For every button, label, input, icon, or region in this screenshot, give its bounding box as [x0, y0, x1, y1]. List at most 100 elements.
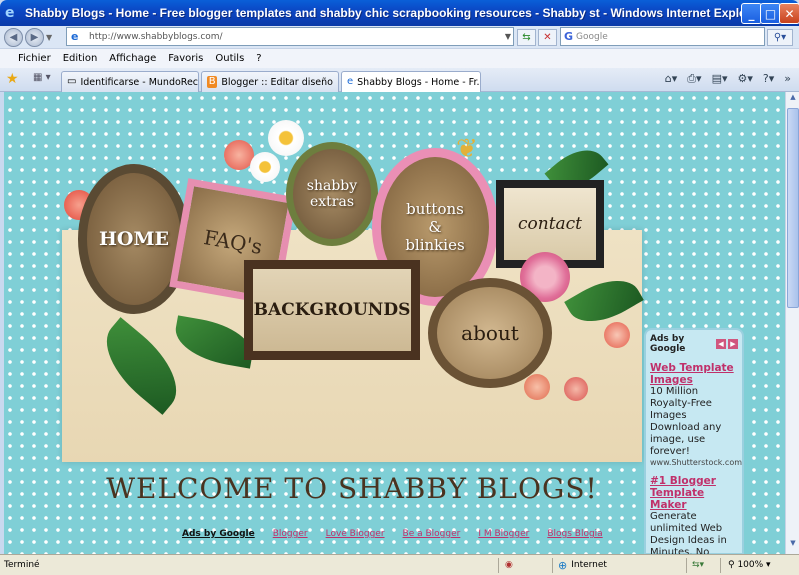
ad-url[interactable]: www.Shutterstock.com [650, 458, 742, 467]
menu-edition[interactable]: Edition [57, 53, 104, 64]
zoom-value: 100% [737, 560, 764, 570]
tab-bar: ★ ▦ ▾ ▭ Identificarse - MundoReceta... B… [0, 68, 799, 92]
favorites-star-icon[interactable]: ★ [6, 71, 19, 87]
flower-decoration [604, 322, 630, 348]
menu-affichage[interactable]: Affichage [103, 53, 162, 64]
nav-backgrounds-label: BACKGROUNDS [253, 300, 411, 320]
status-separator [686, 558, 687, 573]
protected-mode-icon[interactable]: ⇆▾ [692, 560, 704, 570]
search-button[interactable]: ⚲▾ [767, 29, 793, 46]
close-button[interactable]: ✕ [779, 3, 799, 24]
page-viewport: ❦ HOME FAQ's shabby extras buttons & blinki… [4, 92, 785, 554]
back-button[interactable]: ◀ [4, 27, 23, 47]
ads-by-google-label[interactable]: Ads by Google [182, 529, 255, 539]
flower-decoration [524, 374, 550, 400]
ie-logo-icon: e [5, 5, 15, 21]
research-icon[interactable]: » [784, 72, 791, 86]
command-bar: ⌂▾ ⎙▾ ▤▾ ⚙▾ ?▾ » [665, 72, 791, 86]
nav-buttons-line2: & [428, 218, 442, 236]
nav-faqs-label: FAQ's [201, 225, 265, 259]
side-ad[interactable]: Web Template Images 10 Million Royalty-F… [650, 362, 742, 467]
minimize-button[interactable]: _ [741, 3, 762, 24]
nav-shabby-extras[interactable]: shabby extras [286, 142, 378, 246]
print-icon[interactable]: ⎙▾ [687, 72, 701, 86]
scroll-down-icon[interactable]: ▼ [787, 539, 799, 553]
address-dropdown-icon[interactable]: ▼ [505, 32, 511, 41]
address-toolbar: ◀ ▶ ▼ e http://www.shabbyblogs.com/ ▼ ⇆ … [0, 26, 799, 48]
refresh-button[interactable]: ⇆ [517, 29, 536, 46]
menu-help[interactable]: ? [250, 53, 267, 64]
ad-link-love-blogger[interactable]: Love Blogger [326, 529, 385, 539]
ad-link-be-a-blogger[interactable]: Be a Blogger [403, 529, 461, 539]
blogger-icon: B [207, 76, 218, 88]
page-icon: e [71, 29, 79, 43]
refresh-icon: ⇆ [522, 32, 531, 43]
ad-description: Generate unlimited Web Design Ideas in M… [650, 511, 727, 554]
status-separator [552, 558, 553, 573]
maximize-button[interactable]: □ [760, 3, 781, 24]
daisy-decoration [268, 120, 304, 156]
status-separator [720, 558, 721, 573]
tab-label: Shabby Blogs - Home - Fr... [357, 76, 481, 88]
vertical-scrollbar[interactable]: ▲ ▼ [785, 92, 799, 554]
search-placeholder: Google [576, 31, 608, 42]
search-input[interactable]: G Google [560, 27, 765, 46]
security-icon[interactable]: ◉ [505, 560, 513, 570]
side-ad-panel: Ads by Google ◀ ▶ Web Template Images 10 … [644, 328, 744, 554]
page-menu-icon[interactable]: ▤▾ [712, 72, 728, 86]
ad-links-bar: Ads by Google Blogger Love Blogger Be a … [182, 529, 603, 539]
ad-link-blogs-blogia[interactable]: Blogs Blogia [547, 529, 602, 539]
side-ad[interactable]: #1 Blogger Template Maker Generate unlim… [650, 475, 738, 554]
ad-link-im-blogger[interactable]: I M Blogger [478, 529, 529, 539]
history-dropdown-icon[interactable]: ▼ [46, 33, 56, 42]
address-url[interactable]: http://www.shabbyblogs.com/ [89, 32, 223, 42]
nav-about[interactable]: about [428, 278, 552, 388]
ad-next-icon[interactable]: ▶ [728, 339, 738, 349]
nav-about-label: about [461, 321, 519, 345]
help-icon[interactable]: ?▾ [763, 72, 774, 86]
status-text: Terminé [4, 560, 40, 570]
ad-title[interactable]: Web Template Images [650, 362, 738, 386]
ad-prev-icon[interactable]: ◀ [716, 339, 726, 349]
daisy-decoration [250, 152, 280, 182]
monitor-icon: ▭ [67, 76, 77, 87]
nav-home[interactable]: HOME [78, 164, 190, 314]
tools-menu-icon[interactable]: ⚙▾ [738, 72, 753, 86]
window-title-bar[interactable]: e Shabby Blogs - Home - Free blogger tem… [0, 0, 799, 26]
tab-shabby-blogs[interactable]: e Shabby Blogs - Home - Fr... ✕ [341, 71, 481, 92]
ad-title[interactable]: #1 Blogger Template Maker [650, 475, 738, 511]
tab-mundoreceta[interactable]: ▭ Identificarse - MundoReceta... [61, 71, 199, 92]
nav-buttons-line1: buttons [406, 200, 464, 218]
nav-extras-line2: extras [309, 194, 354, 210]
menu-fichier[interactable]: Fichier [12, 53, 57, 64]
nav-home-label: HOME [98, 228, 170, 250]
nav-backgrounds[interactable]: BACKGROUNDS [244, 260, 420, 360]
stop-button[interactable]: ✕ [538, 29, 557, 46]
back-arrow-icon: ◀ [9, 31, 18, 43]
zone-label: Internet [571, 560, 607, 570]
tab-blogger[interactable]: B Blogger :: Editar diseño [201, 71, 339, 92]
status-bar: Terminé ◉ ⊕ Internet ⇆▾ ⚲ 100% ▾ [0, 554, 799, 575]
ie-page-icon: e [347, 76, 354, 87]
menu-favoris[interactable]: Favoris [162, 53, 209, 64]
nav-extras-line1: shabby [306, 178, 358, 194]
ad-link-blogger[interactable]: Blogger [273, 529, 308, 539]
nav-contact-label: contact [517, 214, 583, 234]
side-ads-label[interactable]: Ads by Google [650, 334, 712, 354]
home-icon[interactable]: ⌂▾ [665, 72, 678, 86]
search-icon: ⚲▾ [773, 32, 787, 43]
google-icon: G [564, 30, 574, 43]
scroll-thumb[interactable] [787, 108, 799, 308]
security-zone[interactable]: ⊕ Internet [558, 559, 607, 572]
address-input[interactable]: e http://www.shabbyblogs.com/ ▼ [66, 27, 514, 46]
forward-button[interactable]: ▶ [25, 27, 44, 47]
scroll-up-icon[interactable]: ▲ [787, 93, 799, 107]
quick-tabs-icon[interactable]: ▦ ▾ [33, 72, 59, 88]
welcome-heading: WELCOME TO SHABBY BLOGS! [106, 472, 598, 505]
menu-bar: Fichier Edition Affichage Favoris Outils… [0, 48, 799, 68]
menu-outils[interactable]: Outils [209, 53, 250, 64]
zoom-level[interactable]: ⚲ 100% ▾ [728, 560, 771, 570]
forward-arrow-icon: ▶ [30, 31, 39, 43]
tab-label: Blogger :: Editar diseño [221, 76, 333, 88]
ad-description: 10 Million Royalty-Free Images Download … [650, 386, 722, 457]
